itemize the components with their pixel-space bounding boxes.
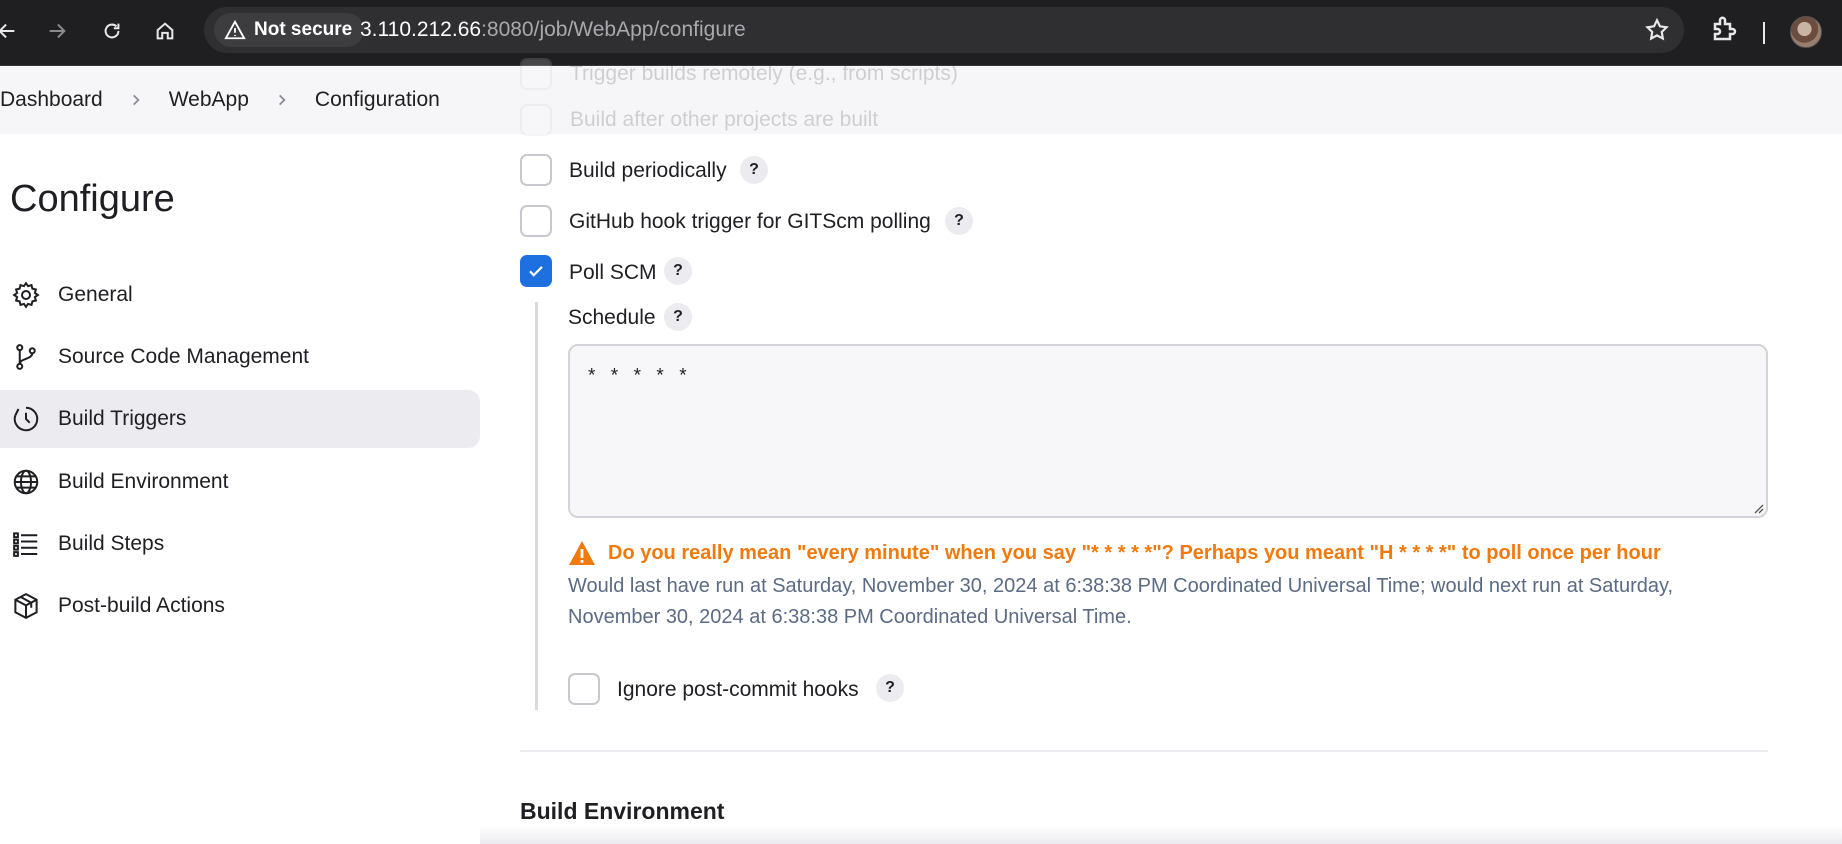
trigger-remote-label: Trigger builds remotely (e.g., from scri…: [570, 62, 958, 85]
build-after-label: Build after other projects are built: [570, 108, 879, 131]
help-button[interactable]: ?: [876, 674, 904, 702]
nested-options-rule: [535, 302, 538, 710]
chevron-right-icon: [275, 93, 289, 107]
sidebar-item-build-steps[interactable]: Build Steps: [0, 515, 480, 573]
breadcrumb-dashboard[interactable]: Dashboard: [0, 88, 103, 112]
gear-icon: [10, 279, 42, 311]
url-host: 3.110.212.66: [360, 18, 482, 41]
checkmark-icon: [529, 266, 543, 277]
breadcrumb-webapp[interactable]: WebApp: [169, 88, 249, 112]
sidebar-item-label: Source Code Management: [58, 345, 309, 368]
security-label: Not secure: [254, 19, 353, 40]
schedule-warning: Do you really mean "every minute" when y…: [568, 540, 1661, 566]
help-button[interactable]: ?: [945, 207, 973, 235]
warning-triangle-icon: [569, 541, 595, 565]
help-button[interactable]: ?: [664, 257, 692, 285]
sidebar-item-build-triggers[interactable]: Build Triggers: [0, 390, 480, 448]
build-periodically-checkbox[interactable]: [520, 154, 552, 186]
sidebar-item-label: Post-build Actions: [58, 594, 225, 617]
trigger-remote-checkbox[interactable]: [520, 58, 552, 90]
browser-toolbar: Not secure 3.110.212.66:8080/job/WebApp/…: [0, 0, 1842, 66]
schedule-textarea[interactable]: * * * * *: [568, 344, 1768, 518]
clock-icon: [10, 403, 42, 435]
sidebar-item-label: Build Triggers: [58, 407, 187, 430]
build-periodically-label[interactable]: Build periodically: [569, 159, 727, 183]
help-button[interactable]: ?: [740, 156, 768, 184]
schedule-label: Schedule: [568, 306, 656, 329]
back-arrow-icon[interactable]: [0, 14, 24, 48]
profile-avatar[interactable]: [1790, 16, 1822, 48]
sidebar-item-source-code-management[interactable]: Source Code Management: [0, 328, 480, 386]
forward-arrow-icon[interactable]: [40, 14, 74, 48]
list-icon: [10, 528, 42, 560]
section-divider: [520, 750, 1768, 752]
github-hook-label[interactable]: GitHub hook trigger for GITScm polling: [569, 210, 931, 234]
warning-text: Do you really mean "every minute" when y…: [608, 541, 1661, 564]
toolbar-divider: [1763, 22, 1765, 44]
address-bar[interactable]: Not secure 3.110.212.66:8080/job/WebApp/…: [204, 7, 1684, 53]
sidebar-item-general[interactable]: General: [0, 266, 480, 324]
package-icon: [10, 590, 42, 622]
breadcrumb-configuration[interactable]: Configuration: [315, 88, 440, 112]
chevron-right-icon: [129, 93, 143, 107]
resize-handle-icon[interactable]: [1752, 502, 1764, 514]
build-after-option[interactable]: Build after other projects are built: [520, 104, 878, 136]
url-text[interactable]: 3.110.212.66:8080/job/WebApp/configure: [360, 18, 746, 42]
poll-scm-checkbox[interactable]: [520, 255, 552, 287]
home-icon[interactable]: [148, 14, 182, 48]
sidebar-item-post-build-actions[interactable]: Post-build Actions: [0, 577, 480, 635]
bookmark-star-icon[interactable]: [1644, 17, 1670, 43]
warning-triangle-icon: [224, 19, 246, 40]
sidebar-item-build-environment[interactable]: Build Environment: [0, 453, 480, 511]
build-environment-heading: Build Environment: [520, 798, 725, 824]
github-hook-checkbox[interactable]: [520, 205, 552, 237]
ignore-hooks-label[interactable]: Ignore post-commit hooks: [617, 678, 859, 702]
sidebar-item-label: General: [58, 283, 133, 306]
security-indicator[interactable]: Not secure: [214, 13, 365, 47]
reload-icon[interactable]: [95, 14, 129, 48]
poll-scm-label[interactable]: Poll SCM: [569, 261, 657, 285]
build-after-checkbox[interactable]: [520, 104, 552, 136]
url-path: :8080/job/WebApp/configure: [481, 18, 746, 41]
page-title: Configure: [10, 178, 175, 220]
git-branch-icon: [10, 341, 42, 373]
help-button[interactable]: ?: [664, 303, 692, 331]
sidebar-item-label: Build Environment: [58, 470, 229, 493]
trigger-remote-option[interactable]: Trigger builds remotely (e.g., from scri…: [520, 58, 958, 90]
schedule-run-info: Would last have run at Saturday, Novembe…: [568, 575, 1674, 628]
sidebar-item-label: Build Steps: [58, 532, 165, 555]
bottom-bar-shadow: [480, 826, 1842, 844]
extensions-puzzle-icon[interactable]: [1710, 14, 1740, 44]
globe-icon: [10, 466, 42, 498]
ignore-hooks-checkbox[interactable]: [568, 673, 600, 705]
